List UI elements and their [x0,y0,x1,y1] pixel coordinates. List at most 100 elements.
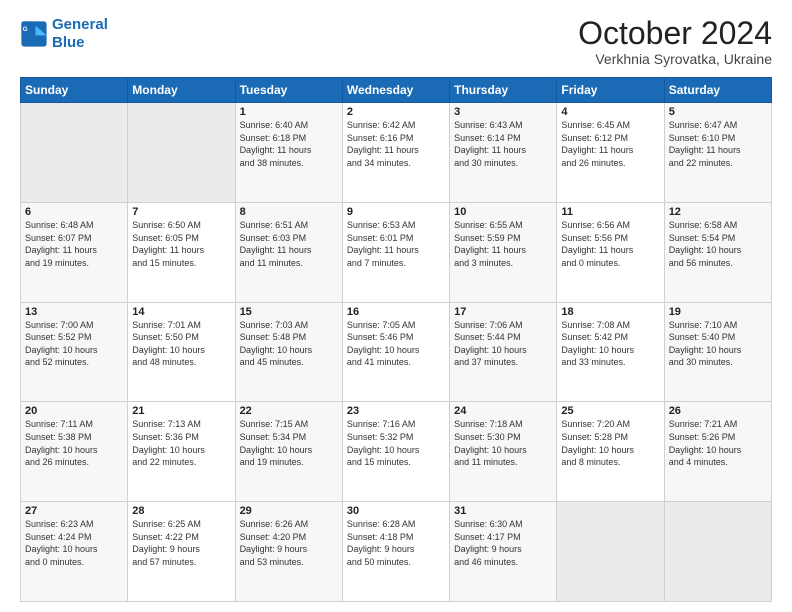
logo-line1: General [52,16,108,33]
logo-icon: G [20,20,48,48]
day-number: 28 [132,505,230,517]
day-number: 19 [669,306,767,318]
day-cell: 31Sunrise: 6:30 AM Sunset: 4:17 PM Dayli… [450,502,557,602]
day-number: 4 [561,106,659,118]
th-sunday: Sunday [21,78,128,103]
day-number: 29 [240,505,338,517]
day-cell: 23Sunrise: 7:16 AM Sunset: 5:32 PM Dayli… [342,402,449,502]
day-detail: Sunrise: 6:45 AM Sunset: 6:12 PM Dayligh… [561,119,659,169]
day-detail: Sunrise: 7:20 AM Sunset: 5:28 PM Dayligh… [561,418,659,468]
day-number: 20 [25,405,123,417]
day-cell: 20Sunrise: 7:11 AM Sunset: 5:38 PM Dayli… [21,402,128,502]
day-detail: Sunrise: 7:16 AM Sunset: 5:32 PM Dayligh… [347,418,445,468]
day-detail: Sunrise: 7:10 AM Sunset: 5:40 PM Dayligh… [669,319,767,369]
day-detail: Sunrise: 6:25 AM Sunset: 4:22 PM Dayligh… [132,518,230,568]
week-row-4: 20Sunrise: 7:11 AM Sunset: 5:38 PM Dayli… [21,402,772,502]
day-cell: 30Sunrise: 6:28 AM Sunset: 4:18 PM Dayli… [342,502,449,602]
calendar-header-row: Sunday Monday Tuesday Wednesday Thursday… [21,78,772,103]
th-monday: Monday [128,78,235,103]
th-friday: Friday [557,78,664,103]
day-number: 10 [454,206,552,218]
day-detail: Sunrise: 7:18 AM Sunset: 5:30 PM Dayligh… [454,418,552,468]
day-number: 25 [561,405,659,417]
day-number: 1 [240,106,338,118]
day-cell [664,502,771,602]
day-cell [21,103,128,203]
day-number: 12 [669,206,767,218]
day-number: 9 [347,206,445,218]
day-cell: 4Sunrise: 6:45 AM Sunset: 6:12 PM Daylig… [557,103,664,203]
day-number: 21 [132,405,230,417]
day-cell: 26Sunrise: 7:21 AM Sunset: 5:26 PM Dayli… [664,402,771,502]
logo-text: General Blue [52,16,108,52]
day-detail: Sunrise: 7:13 AM Sunset: 5:36 PM Dayligh… [132,418,230,468]
day-cell: 17Sunrise: 7:06 AM Sunset: 5:44 PM Dayli… [450,302,557,402]
day-number: 16 [347,306,445,318]
day-detail: Sunrise: 7:06 AM Sunset: 5:44 PM Dayligh… [454,319,552,369]
day-detail: Sunrise: 6:55 AM Sunset: 5:59 PM Dayligh… [454,219,552,269]
th-thursday: Thursday [450,78,557,103]
day-detail: Sunrise: 6:47 AM Sunset: 6:10 PM Dayligh… [669,119,767,169]
day-number: 8 [240,206,338,218]
day-number: 30 [347,505,445,517]
th-saturday: Saturday [664,78,771,103]
th-wednesday: Wednesday [342,78,449,103]
day-detail: Sunrise: 7:01 AM Sunset: 5:50 PM Dayligh… [132,319,230,369]
logo-line2: Blue [52,34,85,51]
day-cell: 9Sunrise: 6:53 AM Sunset: 6:01 PM Daylig… [342,202,449,302]
day-cell: 18Sunrise: 7:08 AM Sunset: 5:42 PM Dayli… [557,302,664,402]
title-block: October 2024 Verkhnia Syrovatka, Ukraine [578,16,772,67]
day-detail: Sunrise: 6:40 AM Sunset: 6:18 PM Dayligh… [240,119,338,169]
day-number: 31 [454,505,552,517]
day-cell: 16Sunrise: 7:05 AM Sunset: 5:46 PM Dayli… [342,302,449,402]
day-cell: 11Sunrise: 6:56 AM Sunset: 5:56 PM Dayli… [557,202,664,302]
week-row-5: 27Sunrise: 6:23 AM Sunset: 4:24 PM Dayli… [21,502,772,602]
day-detail: Sunrise: 6:23 AM Sunset: 4:24 PM Dayligh… [25,518,123,568]
day-detail: Sunrise: 6:42 AM Sunset: 6:16 PM Dayligh… [347,119,445,169]
month-title: October 2024 [578,16,772,51]
day-number: 13 [25,306,123,318]
day-cell: 8Sunrise: 6:51 AM Sunset: 6:03 PM Daylig… [235,202,342,302]
day-detail: Sunrise: 7:00 AM Sunset: 5:52 PM Dayligh… [25,319,123,369]
day-detail: Sunrise: 6:53 AM Sunset: 6:01 PM Dayligh… [347,219,445,269]
day-cell: 27Sunrise: 6:23 AM Sunset: 4:24 PM Dayli… [21,502,128,602]
calendar-table: Sunday Monday Tuesday Wednesday Thursday… [20,77,772,602]
day-cell: 19Sunrise: 7:10 AM Sunset: 5:40 PM Dayli… [664,302,771,402]
day-detail: Sunrise: 6:26 AM Sunset: 4:20 PM Dayligh… [240,518,338,568]
day-cell: 12Sunrise: 6:58 AM Sunset: 5:54 PM Dayli… [664,202,771,302]
day-number: 11 [561,206,659,218]
day-cell: 5Sunrise: 6:47 AM Sunset: 6:10 PM Daylig… [664,103,771,203]
day-cell: 2Sunrise: 6:42 AM Sunset: 6:16 PM Daylig… [342,103,449,203]
day-cell: 25Sunrise: 7:20 AM Sunset: 5:28 PM Dayli… [557,402,664,502]
svg-text:G: G [23,26,28,33]
day-number: 6 [25,206,123,218]
day-number: 24 [454,405,552,417]
day-detail: Sunrise: 6:48 AM Sunset: 6:07 PM Dayligh… [25,219,123,269]
week-row-1: 1Sunrise: 6:40 AM Sunset: 6:18 PM Daylig… [21,103,772,203]
day-cell: 1Sunrise: 6:40 AM Sunset: 6:18 PM Daylig… [235,103,342,203]
day-number: 2 [347,106,445,118]
day-cell: 14Sunrise: 7:01 AM Sunset: 5:50 PM Dayli… [128,302,235,402]
day-number: 7 [132,206,230,218]
day-detail: Sunrise: 7:15 AM Sunset: 5:34 PM Dayligh… [240,418,338,468]
day-detail: Sunrise: 6:58 AM Sunset: 5:54 PM Dayligh… [669,219,767,269]
week-row-2: 6Sunrise: 6:48 AM Sunset: 6:07 PM Daylig… [21,202,772,302]
day-detail: Sunrise: 6:43 AM Sunset: 6:14 PM Dayligh… [454,119,552,169]
location-subtitle: Verkhnia Syrovatka, Ukraine [578,51,772,67]
day-detail: Sunrise: 6:28 AM Sunset: 4:18 PM Dayligh… [347,518,445,568]
header: G General Blue October 2024 Verkhnia Syr… [20,16,772,67]
day-number: 27 [25,505,123,517]
day-cell: 6Sunrise: 6:48 AM Sunset: 6:07 PM Daylig… [21,202,128,302]
day-cell: 15Sunrise: 7:03 AM Sunset: 5:48 PM Dayli… [235,302,342,402]
day-detail: Sunrise: 7:11 AM Sunset: 5:38 PM Dayligh… [25,418,123,468]
day-cell: 28Sunrise: 6:25 AM Sunset: 4:22 PM Dayli… [128,502,235,602]
day-cell: 22Sunrise: 7:15 AM Sunset: 5:34 PM Dayli… [235,402,342,502]
day-number: 17 [454,306,552,318]
day-detail: Sunrise: 7:05 AM Sunset: 5:46 PM Dayligh… [347,319,445,369]
day-number: 18 [561,306,659,318]
day-number: 14 [132,306,230,318]
day-cell: 21Sunrise: 7:13 AM Sunset: 5:36 PM Dayli… [128,402,235,502]
day-number: 5 [669,106,767,118]
day-detail: Sunrise: 7:21 AM Sunset: 5:26 PM Dayligh… [669,418,767,468]
th-tuesday: Tuesday [235,78,342,103]
